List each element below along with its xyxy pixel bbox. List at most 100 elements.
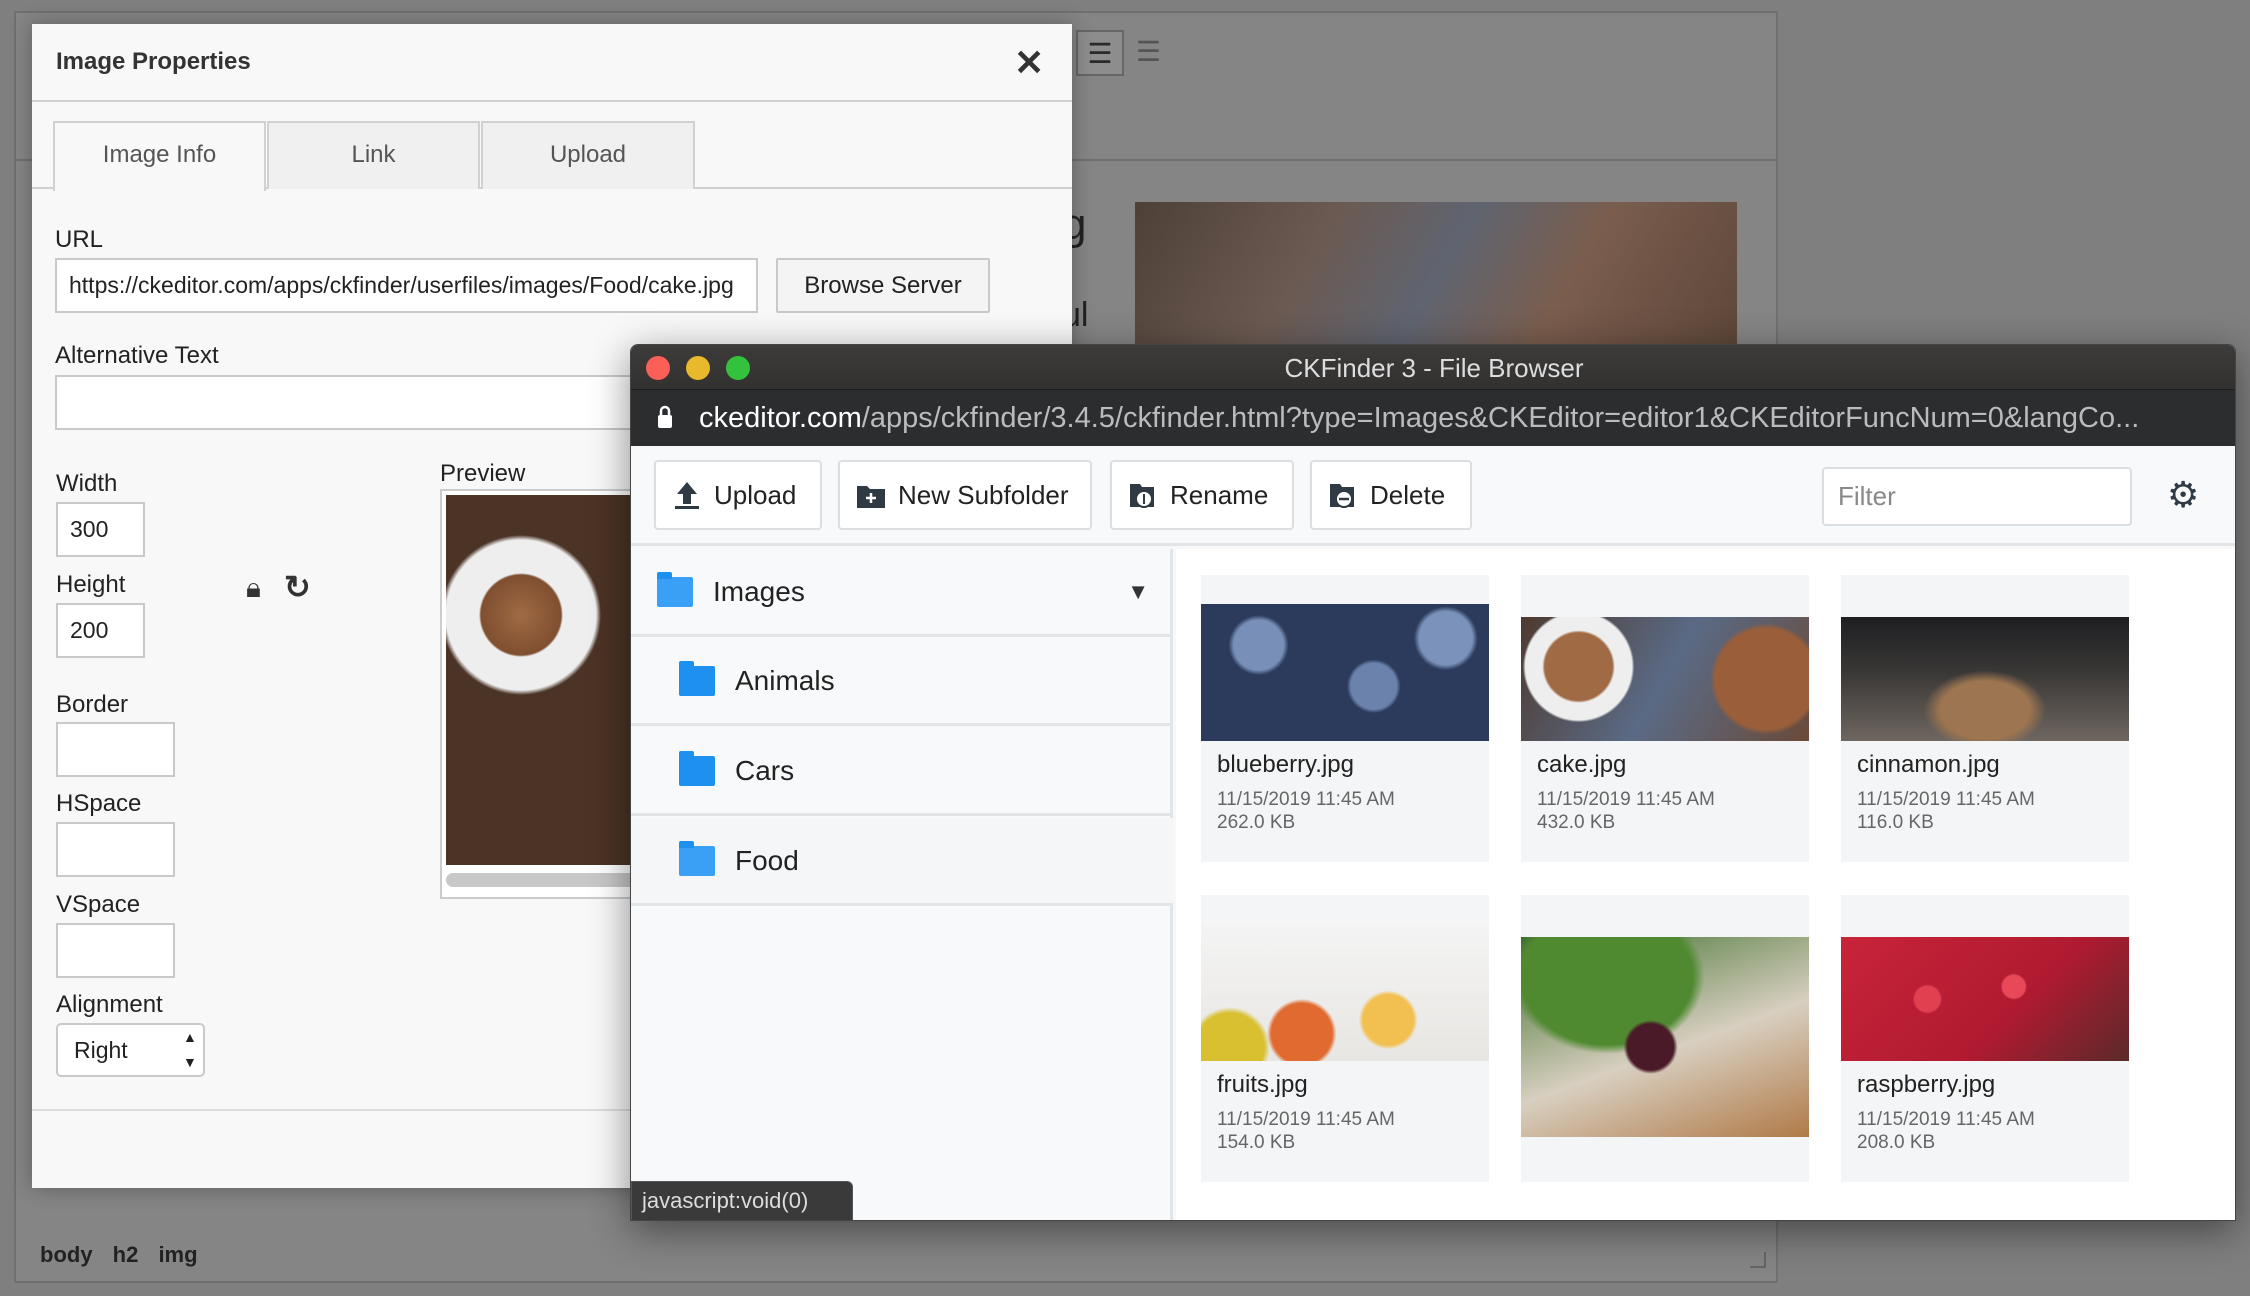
new-subfolder-label: New Subfolder — [898, 480, 1069, 510]
alignment-label: Alignment — [56, 991, 163, 1018]
height-input[interactable]: 200 — [56, 603, 145, 658]
vspace-label: VSpace — [56, 891, 141, 918]
file-name: cake.jpg — [1537, 751, 1627, 778]
alignment-select[interactable]: Right ▲ ▼ — [56, 1023, 205, 1077]
alignment-value: Right — [74, 1037, 128, 1063]
folder-icon — [679, 661, 715, 696]
file-size: 154.0 KB — [1217, 1132, 1296, 1153]
url-label: URL — [55, 226, 104, 253]
file-date: 11/15/2019 11:45 AM — [1857, 789, 2035, 810]
folder-icon — [679, 751, 715, 786]
file-tile[interactable]: blueberry.jpg 11/15/2019 11:45 AM 262.0 … — [1201, 575, 1489, 862]
filter-input[interactable]: Filter — [1822, 467, 2132, 526]
file-tile[interactable]: fruits.jpg 11/15/2019 11:45 AM 154.0 KB — [1201, 895, 1489, 1182]
address-host: ckeditor.com — [699, 402, 862, 434]
preview-scrollbar[interactable] — [446, 873, 636, 887]
tab-upload[interactable]: Upload — [481, 121, 695, 189]
file-date: 11/15/2019 11:45 AM — [1217, 1109, 1395, 1130]
vspace-input[interactable] — [56, 923, 175, 978]
file-name: fruits.jpg — [1217, 1071, 1308, 1098]
delete-button[interactable]: Delete — [1310, 460, 1472, 530]
lock-ratio-icon[interactable]: 🔒︎ — [246, 572, 261, 605]
rename-button[interactable]: Rename — [1110, 460, 1294, 530]
file-tile[interactable]: cake.jpg 11/15/2019 11:45 AM 432.0 KB — [1521, 575, 1809, 862]
upload-button[interactable]: Upload — [654, 460, 822, 530]
file-name: cinnamon.jpg — [1857, 751, 2000, 778]
dialog-header: Image Properties ✕ — [32, 24, 1072, 102]
folder-cars[interactable]: Cars — [631, 728, 1173, 816]
rename-icon — [1130, 484, 1154, 508]
file-size: 116.0 KB — [1857, 812, 1934, 833]
fruits-thumbnail — [1201, 924, 1489, 1061]
folder-open-icon — [679, 841, 715, 876]
file-size: 208.0 KB — [1857, 1132, 1936, 1153]
file-tile[interactable] — [1521, 895, 1809, 1182]
folder-label: Animals — [735, 665, 835, 696]
blueberry-thumbnail — [1201, 604, 1489, 741]
cake-thumbnail — [1521, 617, 1809, 741]
reset-size-icon[interactable]: ↻ — [284, 568, 311, 606]
url-input[interactable]: https://ckeditor.com/apps/ckfinder/userf… — [55, 258, 758, 313]
file-date: 11/15/2019 11:45 AM — [1857, 1109, 2035, 1130]
preview-box — [440, 489, 640, 899]
rename-label: Rename — [1170, 480, 1269, 510]
file-name: blueberry.jpg — [1217, 751, 1354, 778]
dialog-title: Image Properties — [56, 48, 251, 75]
editor-content-image — [1135, 202, 1737, 352]
folder-label: Images — [713, 576, 805, 607]
folder-label: Cars — [735, 755, 795, 786]
file-size: 262.0 KB — [1217, 812, 1296, 833]
border-label: Border — [56, 691, 129, 718]
finder-toolbar: Upload New Subfolder Rename Delete Filte… — [631, 446, 2235, 546]
folder-label: Food — [735, 845, 799, 876]
select-arrows-icon: ▲ ▼ — [183, 1029, 197, 1070]
upload-icon — [675, 482, 699, 509]
settings-gear-icon[interactable]: ⚙ — [2167, 474, 2199, 516]
raspberry-thumbnail — [1841, 937, 2129, 1061]
upload-label: Upload — [714, 480, 797, 510]
width-input[interactable]: 300 — [56, 502, 145, 557]
lock-icon — [658, 405, 672, 428]
new-folder-icon — [857, 486, 885, 508]
file-tile[interactable]: cinnamon.jpg 11/15/2019 11:45 AM 116.0 K… — [1841, 575, 2129, 862]
file-size: 432.0 KB — [1537, 812, 1616, 833]
justify-icon[interactable]: ☰ — [1136, 38, 1161, 66]
border-input[interactable] — [56, 722, 175, 777]
file-date: 11/15/2019 11:45 AM — [1217, 789, 1395, 810]
status-tooltip: javascript:void(0) — [631, 1181, 853, 1220]
ckfinder-window: CKFinder 3 - File Browser ckeditor.com/a… — [630, 344, 2236, 1221]
tab-link[interactable]: Link — [267, 121, 480, 189]
tab-image-info[interactable]: Image Info — [53, 121, 266, 191]
file-date: 11/15/2019 11:45 AM — [1537, 789, 1715, 810]
window-titlebar: CKFinder 3 - File Browser — [631, 345, 2235, 390]
resize-handle[interactable] — [1750, 1252, 1766, 1268]
chevron-down-icon[interactable]: ▼ — [1127, 549, 1149, 635]
folder-tree: Images ▼ Animals Cars Food — [631, 549, 1173, 1220]
vegetables-thumbnail — [1521, 937, 1809, 1137]
new-subfolder-button[interactable]: New Subfolder — [838, 460, 1092, 530]
file-tile[interactable]: raspberry.jpg 11/15/2019 11:45 AM 208.0 … — [1841, 895, 2129, 1182]
file-name: raspberry.jpg — [1857, 1071, 1996, 1098]
folder-images[interactable]: Images ▼ — [631, 549, 1173, 637]
browse-server-button[interactable]: Browse Server — [776, 258, 990, 313]
cinnamon-thumbnail — [1841, 617, 2129, 741]
preview-label: Preview — [440, 460, 526, 487]
element-path[interactable]: body h2 img — [40, 1242, 198, 1268]
hspace-label: HSpace — [56, 790, 142, 817]
delete-label: Delete — [1370, 480, 1446, 510]
close-icon[interactable]: ✕ — [1014, 42, 1044, 84]
folder-animals[interactable]: Animals — [631, 638, 1173, 726]
delete-icon — [1330, 484, 1354, 508]
folder-open-icon — [657, 572, 693, 607]
window-title: CKFinder 3 - File Browser — [1284, 353, 1584, 383]
height-label: Height — [56, 571, 126, 598]
file-grid: blueberry.jpg 11/15/2019 11:45 AM 262.0 … — [1176, 549, 2235, 1220]
hspace-input[interactable] — [56, 822, 175, 877]
address-bar: ckeditor.com/apps/ckfinder/3.4.5/ckfinde… — [631, 390, 2235, 446]
align-right-icon[interactable]: ☰ — [1076, 30, 1124, 76]
address-path: /apps/ckfinder/3.4.5/ckfinder.html?type=… — [861, 402, 2140, 434]
folder-food[interactable]: Food — [631, 818, 1173, 906]
preview-image — [446, 495, 638, 865]
alt-text-label: Alternative Text — [55, 342, 219, 369]
width-label: Width — [56, 470, 118, 497]
